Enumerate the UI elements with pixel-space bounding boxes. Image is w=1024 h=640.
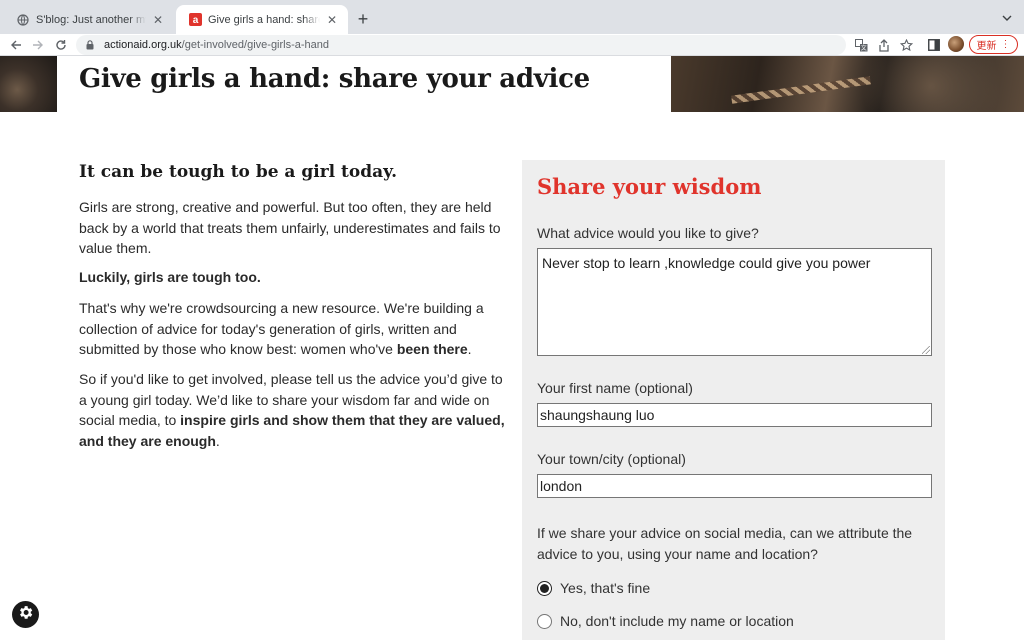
lock-icon[interactable] <box>86 40 96 50</box>
resize-grip-icon[interactable] <box>922 346 930 354</box>
town-value: london <box>540 478 583 494</box>
tab-title: S'blog: Just another myblog.ac <box>36 13 146 26</box>
town-input[interactable]: london <box>537 474 932 498</box>
town-label: Your town/city (optional) <box>537 451 686 467</box>
close-icon[interactable]: ✕ <box>324 12 340 28</box>
globe-icon <box>16 13 30 27</box>
advice-textarea[interactable]: Never stop to learn ,knowledge could giv… <box>537 248 932 356</box>
reload-icon[interactable] <box>53 37 69 53</box>
intro-paragraph-2: Luckily, girls are tough too. <box>79 269 261 285</box>
side-panel-icon[interactable] <box>926 37 942 53</box>
browser-tabstrip: S'blog: Just another myblog.ac ✕ a Give … <box>0 0 1024 34</box>
close-icon[interactable]: ✕ <box>150 12 166 28</box>
attribution-question: If we share your advice on social media,… <box>537 525 913 562</box>
form-title: Share your wisdom <box>537 174 762 199</box>
advice-label: What advice would you like to give? <box>537 225 759 241</box>
update-button[interactable]: 更新 ⋮ <box>969 35 1018 54</box>
advice-value: Never stop to learn ,knowledge could giv… <box>542 255 871 271</box>
browser-tab-sblog[interactable]: S'blog: Just another myblog.ac ✕ <box>4 5 174 34</box>
tab-title: Give girls a hand: share your ac <box>208 13 320 26</box>
gear-icon <box>17 604 34 626</box>
browser-tab-actionaid[interactable]: a Give girls a hand: share your ac ✕ <box>176 5 348 34</box>
hero-image-right <box>671 56 1024 112</box>
bookmark-star-icon[interactable] <box>898 37 914 53</box>
first-name-input[interactable]: shaungshaung luo <box>537 403 932 427</box>
actionaid-icon: a <box>188 13 202 27</box>
p3-bold: been there <box>396 341 468 357</box>
radio-option-no[interactable]: No, don't include my name or location <box>537 613 794 629</box>
p4-end: . <box>215 432 220 449</box>
address-bar[interactable]: actionaid.org.uk/get-involved/give-girls… <box>76 35 846 55</box>
radio-label-no: No, don't include my name or location <box>560 613 794 629</box>
p3-end: . <box>467 341 472 357</box>
browser-toolbar: actionaid.org.uk/get-involved/give-girls… <box>0 34 1024 56</box>
svg-text:文: 文 <box>860 44 866 52</box>
radio-label-yes: Yes, that's fine <box>560 580 651 596</box>
first-name-label: Your first name (optional) <box>537 380 693 396</box>
share-icon[interactable] <box>876 37 892 53</box>
forward-arrow-icon[interactable] <box>30 37 46 53</box>
cookie-settings-button[interactable] <box>12 601 39 628</box>
intro-paragraph-4: So if you'd like to get involved, please… <box>79 369 509 451</box>
new-tab-button[interactable]: + <box>352 8 374 30</box>
svg-text:a: a <box>192 15 198 26</box>
intro-paragraph-1: Girls are strong, creative and powerful.… <box>79 199 501 256</box>
radio-button-checked[interactable] <box>537 580 552 596</box>
avatar[interactable] <box>948 36 964 52</box>
more-vert-icon: ⋮ <box>1000 39 1011 50</box>
chevron-down-icon[interactable] <box>998 9 1016 27</box>
update-label: 更新 <box>976 41 997 52</box>
url-host: actionaid.org.uk <box>104 39 182 51</box>
intro-heading: It can be tough to be a girl today. <box>79 162 397 182</box>
first-name-value: shaungshaung luo <box>540 407 655 423</box>
radio-button-unchecked[interactable] <box>537 613 552 629</box>
intro-paragraph-3: That's why we're crowdsourcing a new res… <box>79 298 509 360</box>
radio-option-yes[interactable]: Yes, that's fine <box>537 580 650 596</box>
url-path: /get-involved/give-girls-a-hand <box>181 39 330 51</box>
hero-image-left <box>0 56 57 112</box>
back-arrow-icon[interactable] <box>8 37 24 53</box>
translate-icon[interactable]: 文 <box>853 37 869 53</box>
page-title: Give girls a hand: share your advice <box>79 64 590 94</box>
